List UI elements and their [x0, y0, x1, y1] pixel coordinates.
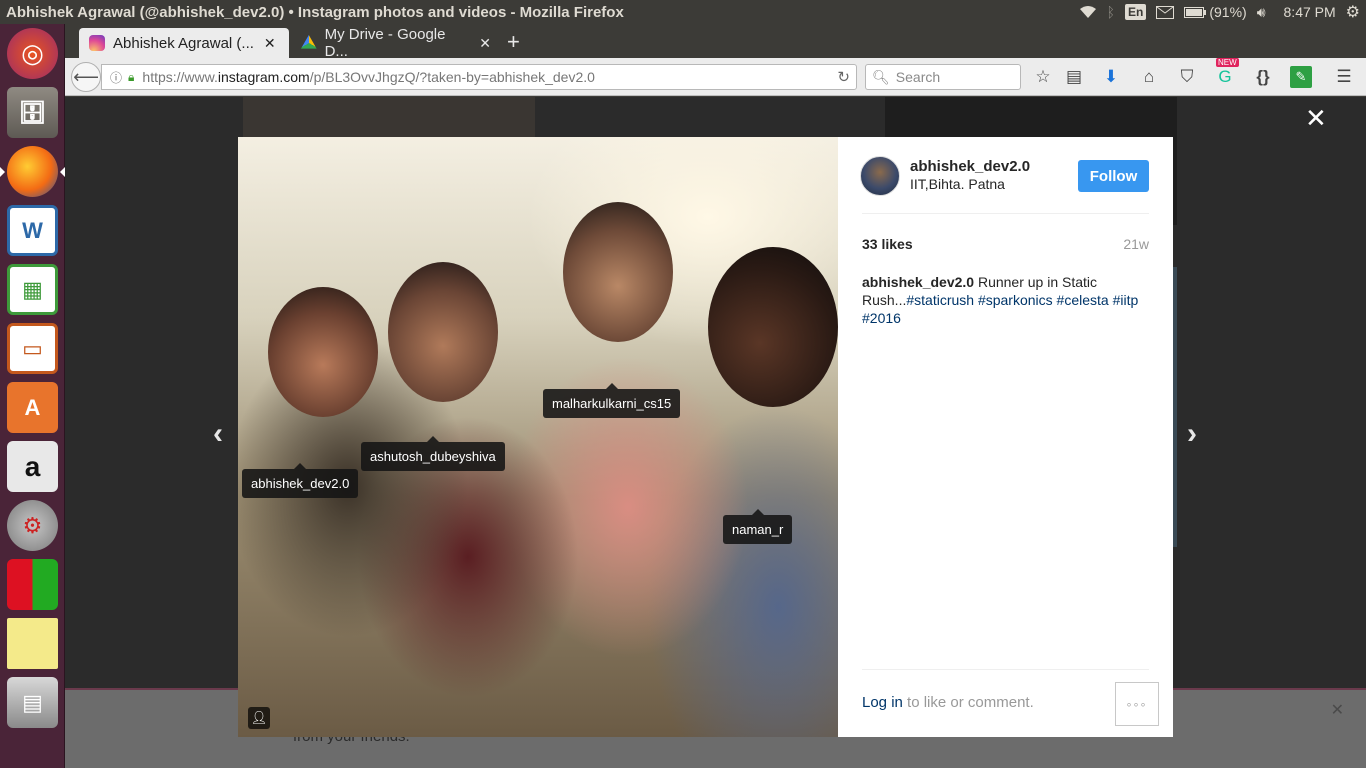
battery-percent: (91%) — [1209, 4, 1247, 20]
post-location[interactable]: IIT,Bihta. Patna — [910, 176, 1005, 192]
more-options-button[interactable]: ◦◦◦ — [1115, 682, 1159, 726]
window-title: Abhishek Agrawal (@abhishek_dev2.0) • In… — [6, 3, 624, 21]
photo-person — [708, 247, 838, 407]
battery-icon — [1184, 6, 1207, 18]
modal-close-icon[interactable]: ✕ — [1305, 103, 1327, 134]
google-drive-favicon-icon — [301, 35, 317, 49]
banner-close-icon[interactable]: ✕ — [1331, 700, 1344, 720]
photo-user-tag[interactable]: naman_r — [723, 509, 793, 544]
hashtag-link[interactable]: #iitp — [1113, 292, 1139, 308]
tab-close-icon[interactable]: ✕ — [479, 35, 491, 52]
launcher: ◎ 🗄︎ W ▦ ▭ A a ⚙ ▤ — [0, 24, 65, 768]
post-sidebar: abhishek_dev2.0 IIT,Bihta. Patna Follow … — [838, 137, 1173, 737]
battery-indicator[interactable]: (91%) — [1184, 4, 1247, 20]
avatar[interactable] — [860, 156, 900, 196]
instagram-favicon-icon — [89, 35, 105, 51]
home-icon[interactable]: ⌂ — [1138, 66, 1160, 88]
post-username[interactable]: abhishek_dev2.0 — [910, 158, 1030, 175]
previous-arrow-icon[interactable]: ‹ — [213, 417, 223, 451]
bookmark-star-icon[interactable]: ☆ — [1032, 66, 1054, 88]
wifi-icon[interactable] — [1079, 5, 1097, 19]
hashtag-link[interactable]: #celesta — [1057, 292, 1109, 308]
url-path: /p/BL3OvvJhgzQ/?taken-by=abhishek_dev2.0 — [309, 69, 595, 85]
scanner-icon[interactable]: ▤ — [7, 677, 58, 728]
keyboard-layout-indicator[interactable]: En — [1124, 4, 1147, 20]
login-text: to like or comment. — [902, 694, 1034, 711]
ubuntu-software-icon[interactable]: A — [7, 382, 58, 433]
reload-icon[interactable]: ↻ — [837, 68, 850, 86]
post-modal: malharkulkarni_cs15 ashutosh_dubeyshiva … — [238, 137, 1173, 737]
navigation-bar: ⟵ ⓘ 🔒︎ https://www. instagram.com/p/BL3Ov… — [65, 58, 1366, 96]
background-image-tile — [243, 97, 535, 137]
back-button[interactable]: ⟵ — [71, 62, 101, 92]
new-tab-button[interactable]: + — [507, 29, 520, 55]
hashtag-link[interactable]: #2016 — [862, 310, 901, 326]
files-icon[interactable]: 🗄︎ — [7, 87, 58, 138]
photo-user-tag[interactable]: ashutosh_dubeyshiva — [361, 436, 505, 471]
tagged-people-icon[interactable]: 👤︎ — [248, 707, 270, 729]
reading-list-icon[interactable]: ▤ — [1063, 66, 1085, 88]
photo-person — [268, 287, 378, 417]
grammarly-icon[interactable]: G NEW — [1214, 58, 1239, 88]
photo-user-tag[interactable]: malharkulkarni_cs15 — [543, 383, 681, 418]
system-settings-icon[interactable]: ⚙ — [7, 500, 58, 551]
info-icon[interactable]: ⓘ — [110, 69, 122, 86]
post-photo[interactable]: malharkulkarni_cs15 ashutosh_dubeyshiva … — [238, 137, 838, 737]
sticky-notes-icon[interactable] — [7, 618, 58, 669]
json-viewer-icon[interactable]: {} — [1252, 66, 1274, 88]
downloads-icon[interactable]: ⬇ — [1100, 66, 1122, 88]
amazon-icon[interactable]: a — [7, 441, 58, 492]
hashtag-link[interactable]: #staticrush — [906, 292, 974, 308]
tab-instagram[interactable]: Abhishek Agrawal (... ✕ — [79, 28, 289, 58]
libreoffice-calc-icon[interactable]: ▦ — [7, 264, 58, 315]
tab-label: My Drive - Google D... — [324, 26, 446, 60]
likes-count[interactable]: 33 likes — [862, 236, 913, 252]
caption-username[interactable]: abhishek_dev2.0 — [862, 274, 974, 290]
tab-label: Abhishek Agrawal (... — [113, 34, 254, 52]
divider — [862, 213, 1149, 214]
post-age[interactable]: 21w — [1123, 236, 1149, 252]
page-content: from your friends. ✕ ✕ ‹ › malharkulkarn… — [65, 97, 1366, 768]
pocket-icon[interactable]: ⛉ — [1176, 66, 1198, 88]
tab-google-drive[interactable]: My Drive - Google D... ✕ — [291, 26, 501, 60]
search-input[interactable]: 🔍︎ Search — [865, 64, 1021, 90]
photo-person — [563, 202, 673, 342]
url-host: instagram.com — [217, 69, 310, 85]
login-link[interactable]: Log in — [862, 694, 903, 711]
top-panel: Abhishek Agrawal (@abhishek_dev2.0) • In… — [0, 0, 1366, 24]
menu-hamburger-icon[interactable]: ☰ — [1333, 66, 1355, 88]
photo-person — [388, 262, 498, 402]
extension-icon[interactable]: ✎ — [1290, 66, 1312, 88]
new-badge: NEW — [1216, 58, 1239, 67]
indicator-area: ᛒ En (91%) 🔊︎ 8:47 PM ⚙ — [1079, 0, 1366, 24]
url-bar[interactable]: ⓘ 🔒︎ https://www. instagram.com/p/BL3OvvJ… — [101, 64, 857, 90]
login-prompt: Log in to like or comment. — [862, 694, 1034, 711]
firefox-icon[interactable] — [0, 146, 65, 197]
next-arrow-icon[interactable]: › — [1187, 417, 1197, 451]
search-placeholder: Search — [895, 69, 941, 85]
photo-user-tag[interactable]: abhishek_dev2.0 — [242, 463, 359, 498]
tab-bar: Abhishek Agrawal (... ✕ My Drive - Googl… — [65, 24, 1366, 60]
clock[interactable]: 8:47 PM — [1284, 4, 1336, 20]
hashtag-link[interactable]: #sparkonics — [978, 292, 1053, 308]
search-icon: 🔍︎ — [872, 68, 890, 85]
post-caption: abhishek_dev2.0 Runner up in Static Rush… — [862, 273, 1152, 327]
libreoffice-writer-icon[interactable]: W — [7, 205, 58, 256]
mail-icon[interactable] — [1156, 5, 1175, 19]
ubuntu-dash-icon[interactable]: ◎ — [7, 28, 58, 79]
tab-close-icon[interactable]: ✕ — [264, 35, 276, 52]
settings-gear-icon[interactable]: ⚙ — [1346, 2, 1360, 22]
divider — [862, 669, 1149, 670]
url-prefix: https://www. — [142, 69, 218, 85]
libreoffice-impress-icon[interactable]: ▭ — [7, 323, 58, 374]
follow-button[interactable]: Follow — [1078, 160, 1149, 192]
lock-icon: 🔒︎ — [128, 69, 135, 84]
volume-icon[interactable]: 🔊︎ — [1257, 4, 1266, 21]
workspaces-icon[interactable] — [7, 559, 58, 610]
bluetooth-icon[interactable]: ᛒ — [1107, 4, 1115, 20]
